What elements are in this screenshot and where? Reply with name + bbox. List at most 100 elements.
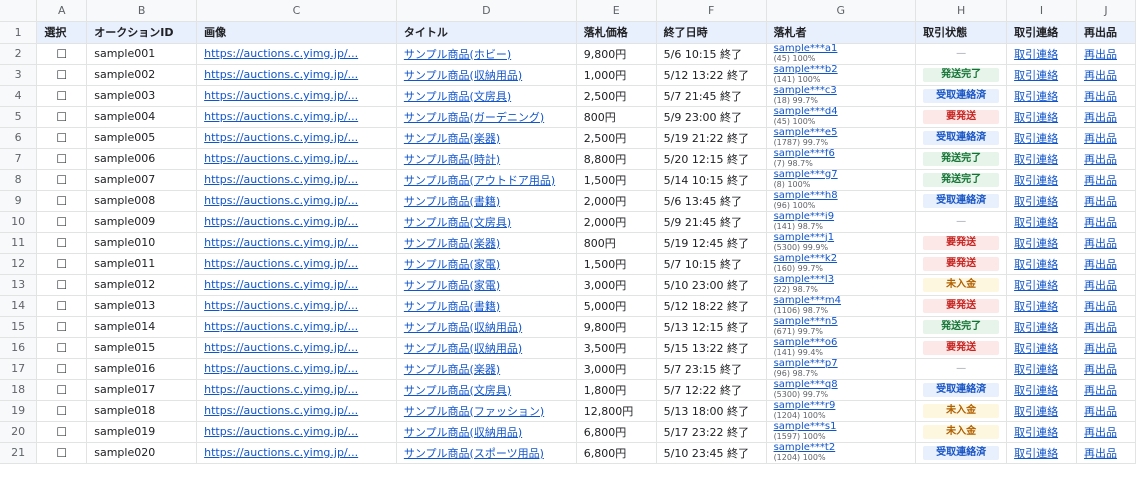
auction-id-cell[interactable]: sample008: [86, 190, 198, 212]
image-cell[interactable]: https://auctions.c.yimg.jp/...: [196, 106, 397, 128]
relist-cell[interactable]: 再出品: [1076, 106, 1136, 128]
select-all-corner[interactable]: [0, 0, 38, 22]
auction-id-cell[interactable]: sample016: [86, 358, 198, 380]
relist-cell[interactable]: 再出品: [1076, 190, 1136, 212]
select-cell[interactable]: ☐: [36, 295, 88, 317]
image-cell[interactable]: https://auctions.c.yimg.jp/...: [196, 148, 397, 170]
column-header-d[interactable]: D: [396, 0, 577, 22]
header-cell-image[interactable]: 画像: [196, 21, 397, 44]
relist-cell[interactable]: 再出品: [1076, 148, 1136, 170]
contact-cell[interactable]: 取引連絡: [1006, 442, 1077, 464]
title-link[interactable]: サンプル商品(収納用品): [404, 426, 522, 439]
relist-link[interactable]: 再出品: [1084, 384, 1117, 397]
bidder-link[interactable]: sample***c3: [774, 85, 909, 96]
contact-cell[interactable]: 取引連絡: [1006, 211, 1077, 233]
contact-cell[interactable]: 取引連絡: [1006, 400, 1077, 422]
auction-id-cell[interactable]: sample009: [86, 211, 198, 233]
image-cell[interactable]: https://auctions.c.yimg.jp/...: [196, 400, 397, 422]
end-time-cell[interactable]: 5/7 12:22 終了: [656, 379, 767, 401]
contact-link[interactable]: 取引連絡: [1014, 300, 1058, 313]
bidder-link[interactable]: sample***n5: [774, 316, 909, 327]
title-cell[interactable]: サンプル商品(文房具): [396, 211, 577, 233]
row-number[interactable]: 14: [0, 295, 38, 317]
price-cell[interactable]: 3,500円: [576, 337, 657, 359]
price-cell[interactable]: 5,000円: [576, 295, 657, 317]
relist-cell[interactable]: 再出品: [1076, 442, 1136, 464]
bidder-cell[interactable]: sample***l3 (22) 98.7%: [766, 274, 917, 296]
select-cell[interactable]: ☐: [36, 211, 88, 233]
relist-cell[interactable]: 再出品: [1076, 232, 1136, 254]
auction-id-cell[interactable]: sample019: [86, 421, 198, 443]
contact-link[interactable]: 取引連絡: [1014, 48, 1058, 61]
auction-id-cell[interactable]: sample018: [86, 400, 198, 422]
bidder-cell[interactable]: sample***a1 (45) 100%: [766, 43, 917, 65]
select-cell[interactable]: ☐: [36, 85, 88, 107]
image-link[interactable]: https://auctions.c.yimg.jp/...: [204, 341, 358, 354]
checkbox-icon[interactable]: ☐: [56, 299, 67, 313]
contact-link[interactable]: 取引連絡: [1014, 237, 1058, 250]
checkbox-icon[interactable]: ☐: [56, 173, 67, 187]
price-cell[interactable]: 1,500円: [576, 169, 657, 191]
relist-cell[interactable]: 再出品: [1076, 127, 1136, 149]
relist-link[interactable]: 再出品: [1084, 195, 1117, 208]
price-cell[interactable]: 800円: [576, 232, 657, 254]
column-header-a[interactable]: A: [36, 0, 88, 22]
relist-link[interactable]: 再出品: [1084, 90, 1117, 103]
price-cell[interactable]: 6,800円: [576, 421, 657, 443]
end-time-cell[interactable]: 5/13 18:00 終了: [656, 400, 767, 422]
title-link[interactable]: サンプル商品(楽器): [404, 237, 500, 250]
select-cell[interactable]: ☐: [36, 316, 88, 338]
bidder-link[interactable]: sample***s1: [774, 421, 909, 432]
price-cell[interactable]: 2,000円: [576, 211, 657, 233]
bidder-cell[interactable]: sample***n5 (671) 99.7%: [766, 316, 917, 338]
price-cell[interactable]: 2,000円: [576, 190, 657, 212]
relist-link[interactable]: 再出品: [1084, 405, 1117, 418]
checkbox-icon[interactable]: ☐: [56, 47, 67, 61]
auction-id-cell[interactable]: sample001: [86, 43, 198, 65]
image-cell[interactable]: https://auctions.c.yimg.jp/...: [196, 379, 397, 401]
bidder-cell[interactable]: sample***e5 (1787) 99.7%: [766, 127, 917, 149]
row-number[interactable]: 2: [0, 43, 38, 65]
title-cell[interactable]: サンプル商品(書籍): [396, 190, 577, 212]
bidder-link[interactable]: sample***p7: [774, 358, 909, 369]
select-cell[interactable]: ☐: [36, 190, 88, 212]
image-link[interactable]: https://auctions.c.yimg.jp/...: [204, 362, 358, 375]
relist-cell[interactable]: 再出品: [1076, 253, 1136, 275]
title-cell[interactable]: サンプル商品(文房具): [396, 379, 577, 401]
bidder-link[interactable]: sample***e5: [774, 127, 909, 138]
relist-cell[interactable]: 再出品: [1076, 337, 1136, 359]
price-cell[interactable]: 9,800円: [576, 316, 657, 338]
row-number[interactable]: 21: [0, 442, 38, 464]
auction-id-cell[interactable]: sample015: [86, 337, 198, 359]
select-cell[interactable]: ☐: [36, 64, 88, 86]
auction-id-cell[interactable]: sample011: [86, 253, 198, 275]
end-time-cell[interactable]: 5/13 12:15 終了: [656, 316, 767, 338]
image-cell[interactable]: https://auctions.c.yimg.jp/...: [196, 442, 397, 464]
bidder-cell[interactable]: sample***r9 (1204) 100%: [766, 400, 917, 422]
status-cell[interactable]: 受取連絡済: [915, 85, 1008, 107]
bidder-link[interactable]: sample***d4: [774, 106, 909, 117]
title-cell[interactable]: サンプル商品(文房具): [396, 85, 577, 107]
auction-id-cell[interactable]: sample017: [86, 379, 198, 401]
relist-cell[interactable]: 再出品: [1076, 274, 1136, 296]
contact-cell[interactable]: 取引連絡: [1006, 337, 1077, 359]
contact-cell[interactable]: 取引連絡: [1006, 232, 1077, 254]
row-number[interactable]: 6: [0, 127, 38, 149]
checkbox-icon[interactable]: ☐: [56, 362, 67, 376]
contact-cell[interactable]: 取引連絡: [1006, 64, 1077, 86]
status-cell[interactable]: 要発送: [915, 337, 1008, 359]
bidder-cell[interactable]: sample***s1 (1597) 100%: [766, 421, 917, 443]
relist-link[interactable]: 再出品: [1084, 69, 1117, 82]
title-link[interactable]: サンプル商品(家電): [404, 279, 500, 292]
status-cell[interactable]: 発送完了: [915, 64, 1008, 86]
title-cell[interactable]: サンプル商品(書籍): [396, 295, 577, 317]
contact-cell[interactable]: 取引連絡: [1006, 169, 1077, 191]
contact-link[interactable]: 取引連絡: [1014, 426, 1058, 439]
relist-cell[interactable]: 再出品: [1076, 379, 1136, 401]
end-time-cell[interactable]: 5/19 21:22 終了: [656, 127, 767, 149]
contact-cell[interactable]: 取引連絡: [1006, 379, 1077, 401]
relist-link[interactable]: 再出品: [1084, 426, 1117, 439]
status-cell[interactable]: 受取連絡済: [915, 379, 1008, 401]
select-cell[interactable]: ☐: [36, 421, 88, 443]
bidder-link[interactable]: sample***i9: [774, 211, 909, 222]
